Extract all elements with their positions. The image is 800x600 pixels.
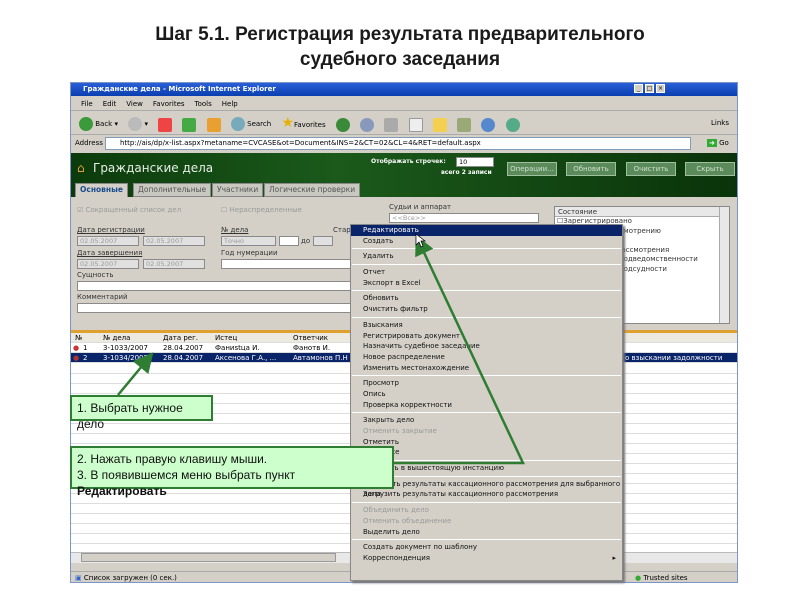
annotation-arrows <box>117 233 525 465</box>
mouse-cursor-icon <box>415 233 427 248</box>
arrow-to-row <box>117 352 154 396</box>
arrow-to-edit <box>394 234 525 465</box>
